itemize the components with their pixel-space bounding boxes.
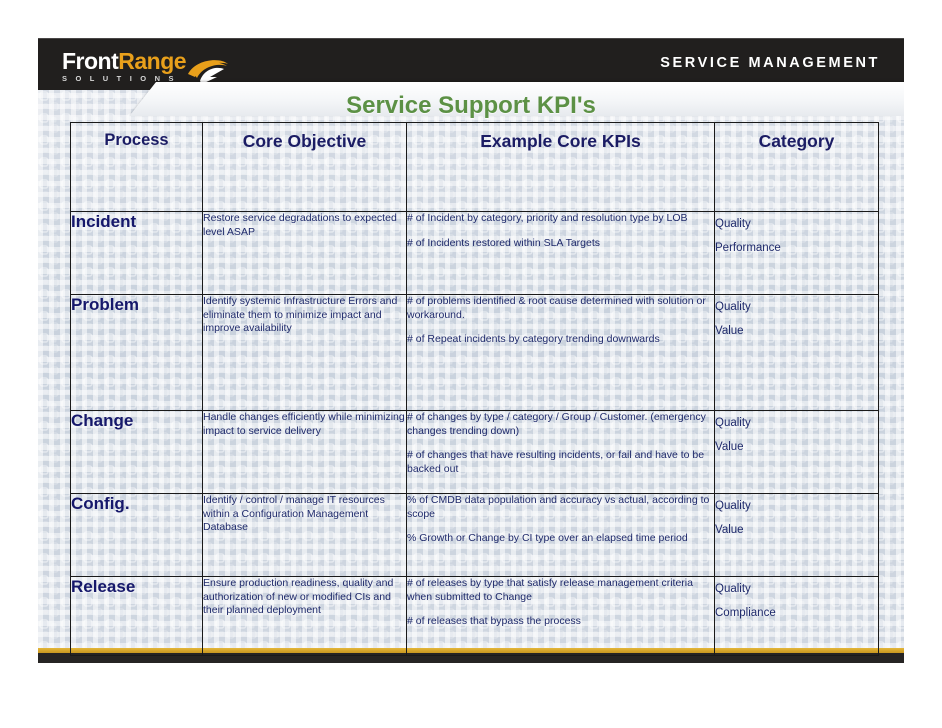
- cell-example-core-kpis: % of CMDB data population and accuracy v…: [406, 493, 715, 577]
- category-label: Compliance: [715, 607, 776, 619]
- kpi-line: # of Incidents restored within SLA Targe…: [407, 236, 600, 249]
- table-header: Process Core Objective Example Core KPIs…: [70, 122, 879, 212]
- cell-core-objective: Restore service degradations to expected…: [202, 211, 407, 295]
- cell-core-objective: Identify systemic Infrastructure Errors …: [202, 294, 407, 411]
- cell-category: Quality Value: [714, 294, 879, 411]
- cell-core-objective: Identify / control / manage IT resources…: [202, 493, 407, 577]
- objective-text: Ensure production readiness, quality and…: [203, 577, 394, 616]
- cell-category: Quality Performance: [714, 211, 879, 295]
- logo-text-front: Front: [62, 48, 119, 74]
- category-label: Quality: [715, 417, 751, 429]
- column-header-process: Process: [70, 122, 203, 212]
- kpi-line: # of Incident by category, priority and …: [407, 212, 688, 224]
- kpi-table: Process Core Objective Example Core KPIs…: [70, 122, 879, 656]
- cell-example-core-kpis: # of changes by type / category / Group …: [406, 410, 715, 494]
- frontrange-logo: FrontRange S O L U T I O N S: [62, 48, 228, 84]
- slide-canvas: FrontRange S O L U T I O N S SERVICE MAN…: [38, 38, 904, 663]
- objective-text: Identify systemic Infrastructure Errors …: [203, 295, 398, 334]
- category-label: Quality: [715, 301, 751, 313]
- column-header-category: Category: [714, 122, 879, 212]
- category-label: Quality: [715, 583, 751, 595]
- objective-text: Identify / control / manage IT resources…: [203, 494, 385, 533]
- column-header-example-core-kpis-label: Example Core KPIs: [480, 131, 641, 151]
- objective-text: Handle changes efficiently while minimiz…: [203, 411, 405, 437]
- kpi-line: # of problems identified & root cause de…: [407, 295, 706, 321]
- kpi-line: # of changes that have resulting inciden…: [407, 449, 705, 475]
- tagline: SERVICE MANAGEMENT: [660, 55, 880, 71]
- cell-example-core-kpis: # of Incident by category, priority and …: [406, 211, 715, 295]
- column-header-category-label: Category: [758, 131, 835, 151]
- kpi-line: # of releases that bypass the process: [407, 615, 581, 627]
- column-header-core-objective-label: Core Objective: [242, 131, 367, 151]
- objective-text: Restore service degradations to expected…: [203, 212, 397, 238]
- table-body: Incident Restore service degradations to…: [70, 211, 879, 656]
- cell-process: Release: [70, 576, 203, 656]
- page-title: Service Support KPI's: [346, 92, 596, 119]
- kpi-line: % Growth or Change by CI type over an el…: [407, 532, 688, 544]
- column-header-example-core-kpis: Example Core KPIs: [406, 122, 715, 212]
- cell-process: Incident: [70, 211, 203, 295]
- table-header-row: Process Core Objective Example Core KPIs…: [70, 122, 879, 212]
- kpi-line: % of CMDB data population and accuracy v…: [407, 494, 710, 520]
- cell-example-core-kpis: # of problems identified & root cause de…: [406, 294, 715, 411]
- kpi-line: # of changes by type / category / Group …: [407, 411, 706, 437]
- cell-example-core-kpis: # of releases by type that satisfy relea…: [406, 576, 715, 656]
- table-row: Config. Identify / control / manage IT r…: [70, 493, 879, 577]
- cell-category: Quality Compliance: [714, 576, 879, 656]
- cell-core-objective: Handle changes efficiently while minimiz…: [202, 410, 407, 494]
- cell-process: Change: [70, 410, 203, 494]
- table-row: Incident Restore service degradations to…: [70, 211, 879, 295]
- category-label: Value: [715, 325, 744, 337]
- table-row: Problem Identify systemic Infrastructure…: [70, 294, 879, 411]
- category-label: Quality: [715, 500, 751, 512]
- category-label: Value: [715, 524, 744, 536]
- category-label: Quality: [715, 218, 751, 230]
- cell-process: Config.: [70, 493, 203, 577]
- logo-text-range: Range: [118, 48, 187, 74]
- kpi-line: # of releases by type that satisfy relea…: [407, 577, 693, 603]
- table-row: Change Handle changes efficiently while …: [70, 410, 879, 494]
- cell-process: Problem: [70, 294, 203, 411]
- category-label: Value: [715, 441, 744, 453]
- cell-category: Quality Value: [714, 410, 879, 494]
- cell-core-objective: Ensure production readiness, quality and…: [202, 576, 407, 656]
- column-header-process-label: Process: [104, 131, 169, 149]
- category-label: Performance: [715, 242, 781, 254]
- column-header-core-objective: Core Objective: [202, 122, 407, 212]
- table-row: Release Ensure production readiness, qua…: [70, 576, 879, 656]
- cell-category: Quality Value: [714, 493, 879, 577]
- kpi-line: # of Repeat incidents by category trendi…: [407, 333, 660, 345]
